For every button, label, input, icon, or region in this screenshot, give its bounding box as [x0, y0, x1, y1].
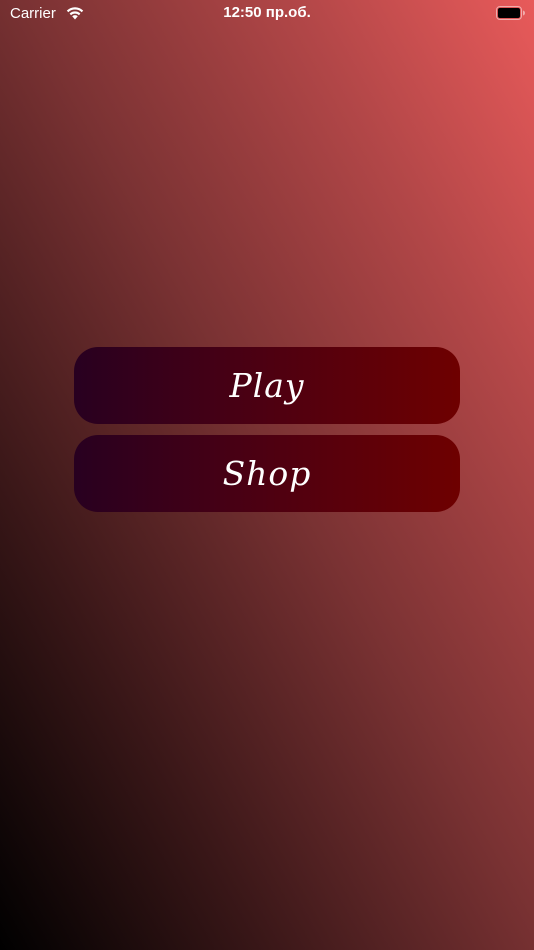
status-bar: Carrier 12:50 пр.об. [0, 0, 534, 28]
shop-button[interactable]: Shop [74, 435, 460, 512]
battery-icon [496, 6, 525, 20]
play-button[interactable]: Play [74, 347, 460, 424]
status-time: 12:50 пр.об. [223, 4, 311, 21]
main-menu: Play Shop [74, 347, 460, 512]
